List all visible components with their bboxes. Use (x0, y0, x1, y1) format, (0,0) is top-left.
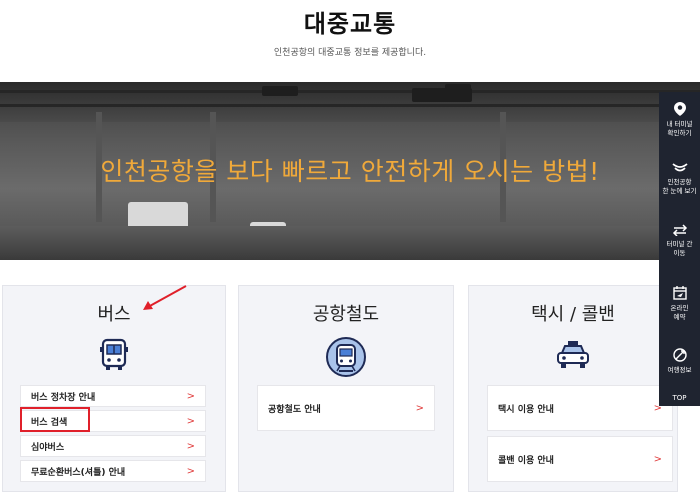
calendar-plane-icon (672, 286, 687, 300)
chevron-right-icon: > (653, 453, 662, 465)
hero-beam (0, 90, 700, 93)
link-label: 심야버스 (31, 442, 65, 453)
quick-nav-online-reservation[interactable]: 온라인 예약 (659, 286, 700, 322)
chevron-right-icon: > (186, 415, 195, 427)
link-label: 콜밴 이용 안내 (498, 455, 554, 466)
quick-nav-terminal-transfer[interactable]: 터미널 간 이동 (659, 224, 700, 258)
chevron-right-icon: > (415, 402, 424, 414)
night-bus-link[interactable]: 심야버스 > (20, 435, 206, 457)
taxi-icon (555, 340, 591, 374)
chevron-right-icon: > (186, 440, 195, 452)
hero-banner: 인천공항을 보다 빠르고 안전하게 오시는 방법! (0, 82, 700, 260)
link-label: 택시 이용 안내 (498, 404, 554, 415)
shuttle-bus-link[interactable]: 무료순환버스(셔틀) 안내 > (20, 460, 206, 482)
scroll-top-button[interactable]: TOP (659, 394, 700, 402)
location-pin-icon (673, 102, 686, 116)
annotation-highlight-box (20, 407, 90, 432)
link-label: 버스 정차장 안내 (31, 392, 96, 403)
page-title: 대중교통 (303, 10, 397, 38)
hero-sign (412, 88, 472, 102)
card-airport-railroad: 공항철도 공항철도 안내 > (238, 285, 454, 492)
page-subtitle: 인천공항의 대중교통 정보를 제공합니다. (273, 48, 427, 58)
card-bus: 버스 버스 정차장 안내 > 버스 검색 > 심야버스 > 무료순환버스(셔틀)… (2, 285, 226, 492)
hero-headline: 인천공항을 보다 빠르고 안전하게 오시는 방법! (100, 157, 600, 186)
taxi-info-link[interactable]: 택시 이용 안내 > (487, 385, 673, 431)
card-taxi-callvan: 택시 / 콜밴 택시 이용 안내 > 콜밴 이용 안내 > (468, 285, 678, 492)
hero-beam (0, 104, 700, 107)
chevron-right-icon: > (186, 390, 195, 402)
hero-sign (262, 86, 298, 96)
chevron-right-icon: > (186, 465, 195, 477)
link-label: 무료순환버스(셔틀) 안내 (31, 467, 126, 478)
globe-plane-icon (672, 348, 687, 362)
card-title: 공항철도 (312, 304, 380, 325)
train-icon (325, 336, 367, 382)
quick-nav-travel-info[interactable]: 여행정보 (659, 348, 700, 375)
hero-sign (445, 84, 471, 90)
airport-logo-icon (671, 163, 688, 172)
transfer-arrows-icon (672, 224, 687, 236)
annotation-arrow-icon (143, 285, 187, 310)
quick-nav-my-terminal[interactable]: 내 터미널 확인하기 (659, 102, 700, 138)
callvan-info-link[interactable]: 콜밴 이용 안내 > (487, 436, 673, 482)
bus-stop-info-link[interactable]: 버스 정차장 안내 > (20, 385, 206, 407)
quick-nav-airport-overview[interactable]: 인천공항 한 눈에 보기 (659, 162, 700, 196)
link-label: 공항철도 안내 (268, 404, 321, 415)
card-title: 버스 (97, 304, 131, 325)
quick-nav-sidebar: 내 터미널 확인하기 인천공항 한 눈에 보기 터미널 간 이동 온라인 예약 (659, 92, 700, 406)
bus-icon (98, 338, 130, 376)
hero-ground (0, 226, 700, 260)
hero-roof (0, 82, 700, 122)
card-title: 택시 / 콜밴 (531, 304, 615, 325)
airport-railroad-info-link[interactable]: 공항철도 안내 > (257, 385, 435, 431)
